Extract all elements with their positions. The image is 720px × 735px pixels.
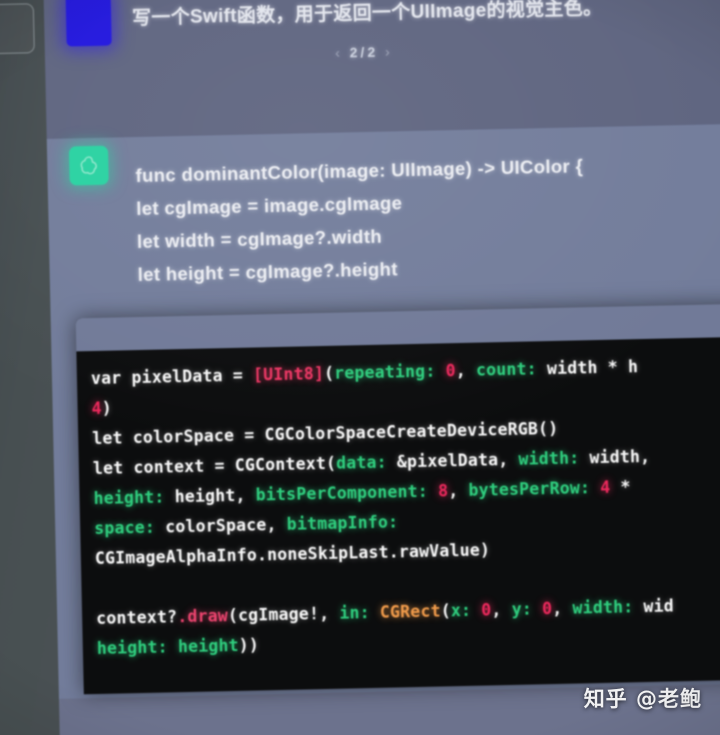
code-token: ( (323, 363, 335, 383)
user-message-body: 写一个Swift函数，用于返回一个UIImage的视觉主色。 ‹ 2/2 › (132, 0, 720, 65)
code-token: , (448, 480, 469, 501)
code-token: ) (101, 398, 113, 418)
code-token: colorSpace, (154, 514, 287, 537)
code-token: in: (339, 603, 370, 623)
code-token: repeating: (333, 361, 436, 383)
code-token: width: (518, 448, 580, 469)
chat-app: 写一个Swift函数，用于返回一个UIImage的视觉主色。 ‹ 2/2 › f… (0, 0, 720, 735)
code-token: , (491, 599, 512, 620)
code-block: var pixelData = [UInt8](repeating: 0, co… (75, 302, 720, 695)
code-token: space: (94, 517, 156, 539)
code-block-body: var pixelData = [UInt8](repeating: 0, co… (76, 335, 720, 695)
screen-photo: 写一个Swift函数，用于返回一个UIImage的视觉主色。 ‹ 2/2 › f… (0, 0, 720, 735)
code-token: 4 (91, 398, 102, 419)
code-token: , (455, 360, 477, 381)
response-pager: ‹ 2/2 › (133, 35, 720, 64)
code-token: &pixelData, (386, 449, 519, 472)
code-token: wid (633, 596, 675, 617)
code-token: var (90, 368, 132, 389)
code-token: bytesPerRow: (468, 478, 591, 500)
code-token: width, (579, 446, 651, 468)
pager-prev-button[interactable]: ‹ (335, 44, 343, 60)
code-token: context? (95, 607, 178, 629)
code-token: * (610, 477, 631, 497)
code-token: pixelData = (131, 365, 254, 388)
code-token: 0 (541, 599, 553, 619)
screen-surface: 写一个Swift函数，用于返回一个UIImage的视觉主色。 ‹ 2/2 › f… (0, 0, 720, 735)
pager-count: 2/2 (349, 43, 379, 60)
code-token: bitmapInfo: (286, 512, 399, 534)
code-token: )) (238, 635, 260, 655)
pager-next-button[interactable]: › (385, 43, 393, 59)
code-token: height (177, 635, 239, 657)
code-token: x: (450, 600, 472, 621)
code-token: CGRect (379, 601, 441, 622)
code-token: CGImageAlphaInfo.noneSkipLast.rawValue) (94, 540, 491, 569)
code-token: height, (164, 485, 256, 507)
user-message-text: 写一个Swift函数，用于返回一个UIImage的视觉主色。 (131, 0, 603, 30)
user-avatar (65, 0, 112, 47)
code-token: width: (572, 597, 634, 618)
code-token: colorSpace = CGColorSpaceCreateDeviceRGB… (132, 418, 559, 448)
assistant-message-row: func dominantColor(image: UIImage) -> UI… (46, 123, 720, 699)
code-token: width * h (536, 357, 639, 379)
code-token: context = CGContext( (133, 453, 337, 478)
code-token: , (552, 598, 573, 619)
code-text: var pixelData = [UInt8](repeating: 0, co… (91, 349, 720, 664)
code-token: bitsPerComponent: (255, 481, 429, 505)
code-token: count: (475, 359, 538, 380)
new-chat-button[interactable] (0, 3, 35, 55)
code-token: 4 (600, 477, 611, 497)
assistant-message-body: func dominantColor(image: UIImage) -> UI… (135, 145, 720, 291)
code-token: 0 (445, 361, 456, 381)
code-token: .draw (177, 606, 229, 627)
code-token: y: (511, 599, 533, 619)
code-token: let (92, 458, 134, 479)
code-token: data: (335, 452, 387, 473)
assistant-avatar (68, 145, 109, 186)
code-token: height: (96, 637, 168, 658)
code-token: height: (93, 487, 165, 509)
code-token: ( (440, 601, 452, 621)
code-token: let (92, 428, 134, 449)
chatgpt-logo-icon (80, 155, 97, 174)
conversation-column: 写一个Swift函数，用于返回一个UIImage的视觉主色。 ‹ 2/2 › f… (43, 0, 720, 735)
code-token: [UInt8] (252, 363, 325, 385)
code-token: (cgImage!, (227, 603, 340, 626)
user-message-row: 写一个Swift函数，用于返回一个UIImage的视觉主色。 ‹ 2/2 › (43, 0, 720, 139)
code-token: 8 (437, 481, 449, 501)
